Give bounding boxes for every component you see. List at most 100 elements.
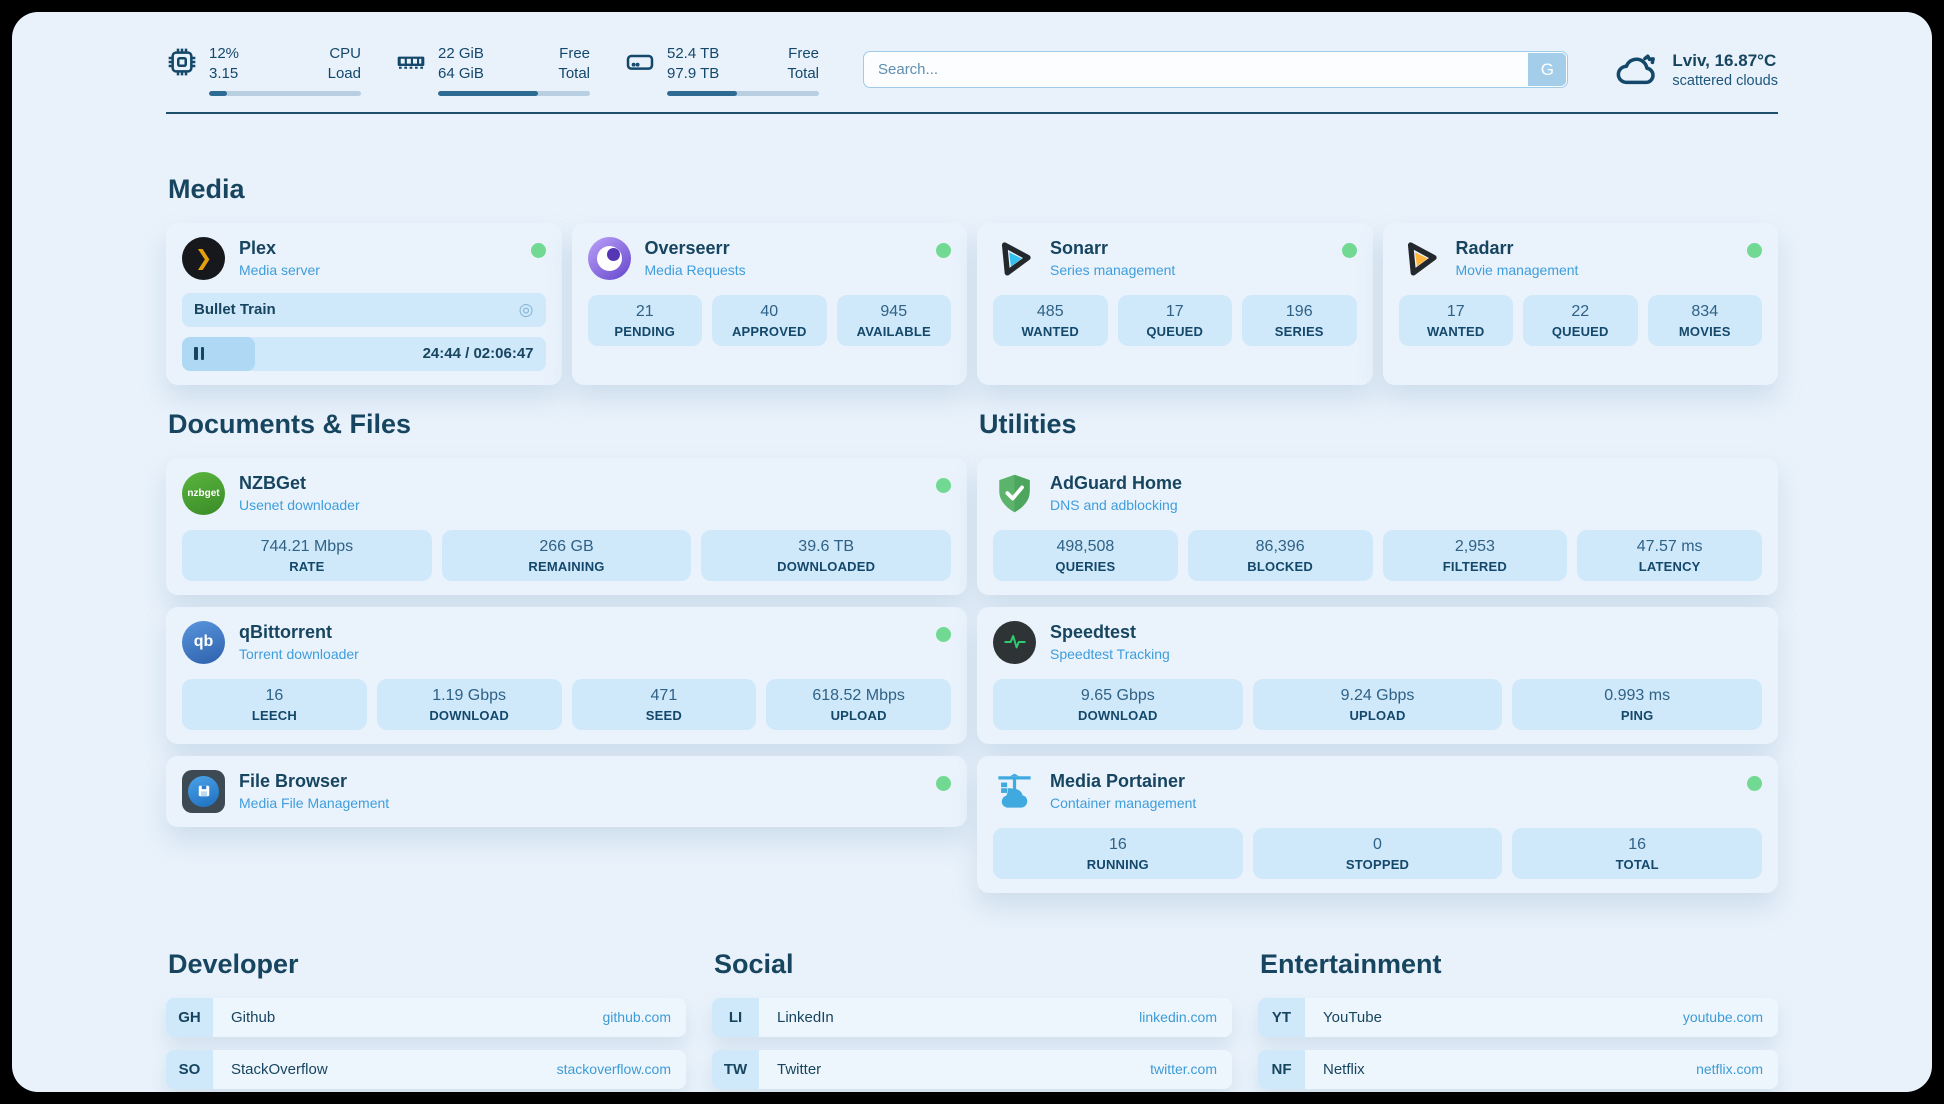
app-card-sonarr[interactable]: Sonarr Series management 485 WANTED 17 Q… xyxy=(977,223,1373,385)
app-card-radarr[interactable]: Radarr Movie management 17 WANTED 22 QUE… xyxy=(1383,223,1779,385)
status-online-dot xyxy=(936,627,951,642)
bookmark-name: LinkedIn xyxy=(777,1009,834,1026)
cast-icon[interactable]: ◎ xyxy=(519,301,534,318)
stat-box: 21 PENDING xyxy=(588,295,703,346)
bookmark-abbr: TW xyxy=(712,1050,759,1089)
bookmark-stackoverflow[interactable]: SO StackOverflow stackoverflow.com xyxy=(166,1050,686,1089)
overseerr-icon xyxy=(588,237,631,280)
stat-box: 0.993 ms PING xyxy=(1512,679,1762,730)
section-title-entertainment: Entertainment xyxy=(1260,949,1778,980)
playback-time: 24:44 / 02:06:47 xyxy=(423,345,534,362)
disk-widget: 52.4 TB 97.9 TB Free Total xyxy=(624,44,819,96)
section-title-social: Social xyxy=(714,949,1232,980)
app-description: Media File Management xyxy=(239,795,389,811)
memory-total-value: 64 GiB xyxy=(438,64,484,84)
app-title: Media Portainer xyxy=(1050,771,1196,793)
app-description: Usenet downloader xyxy=(239,497,360,513)
memory-free-value: 22 GiB xyxy=(438,44,484,64)
app-card-portainer[interactable]: Media Portainer Container management 16 … xyxy=(977,756,1778,893)
stat-box: 86,396 BLOCKED xyxy=(1188,530,1373,581)
app-description: Torrent downloader xyxy=(239,646,359,662)
app-card-filebrowser[interactable]: File Browser Media File Management xyxy=(166,756,967,827)
section-title-media: Media xyxy=(168,174,1778,205)
bookmark-netflix[interactable]: NF Netflix netflix.com xyxy=(1258,1050,1778,1089)
stat-box: 22 QUEUED xyxy=(1523,295,1638,346)
app-title: qBittorrent xyxy=(239,622,359,644)
stat-box: 39.6 TB DOWNLOADED xyxy=(701,530,951,581)
status-online-dot xyxy=(1747,243,1762,258)
status-online-dot xyxy=(936,776,951,791)
cpu-label: CPU xyxy=(328,44,361,64)
dashboard-page: 12% 3.15 CPU Load xyxy=(12,12,1932,1092)
app-title: Speedtest xyxy=(1050,622,1170,644)
stat-box: 17 WANTED xyxy=(1399,295,1514,346)
bookmark-abbr: NF xyxy=(1258,1050,1305,1089)
bookmark-name: StackOverflow xyxy=(231,1061,328,1078)
stat-box: 2,953 FILTERED xyxy=(1383,530,1568,581)
stat-box: 47.57 ms LATENCY xyxy=(1577,530,1762,581)
app-card-qbittorrent[interactable]: qb qBittorrent Torrent downloader 16 LEE… xyxy=(166,607,967,744)
status-online-dot xyxy=(936,478,951,493)
memory-total-label: Total xyxy=(558,64,590,84)
bookmark-linkedin[interactable]: LI LinkedIn linkedin.com xyxy=(712,998,1232,1037)
section-title-developer: Developer xyxy=(168,949,686,980)
section-title-documents: Documents & Files xyxy=(168,409,967,440)
cpu-load-label: Load xyxy=(328,64,361,84)
stat-box: 40 APPROVED xyxy=(712,295,827,346)
stat-box: 744.21 Mbps RATE xyxy=(182,530,432,581)
stat-box: 618.52 Mbps UPLOAD xyxy=(766,679,951,730)
bookmark-abbr: LI xyxy=(712,998,759,1037)
bookmark-url[interactable]: stackoverflow.com xyxy=(557,1061,671,1077)
disk-icon xyxy=(624,46,656,78)
stat-box: 0 STOPPED xyxy=(1253,828,1503,879)
bookmark-name: Github xyxy=(231,1009,275,1026)
app-title: Radarr xyxy=(1456,238,1579,260)
app-card-speedtest[interactable]: Speedtest Speedtest Tracking 9.65 Gbps D… xyxy=(977,607,1778,744)
app-card-plex[interactable]: ❯ Plex Media server Bullet Train ◎ 24:44… xyxy=(166,223,562,385)
filebrowser-icon xyxy=(182,770,225,813)
memory-icon xyxy=(395,46,427,78)
stat-box: 485 WANTED xyxy=(993,295,1108,346)
bookmark-url[interactable]: netflix.com xyxy=(1696,1061,1763,1077)
bookmark-url[interactable]: github.com xyxy=(603,1009,671,1025)
bookmark-twitter[interactable]: TW Twitter twitter.com xyxy=(712,1050,1232,1089)
app-description: DNS and adblocking xyxy=(1050,497,1182,513)
stat-box: 266 GB REMAINING xyxy=(442,530,692,581)
stat-box: 9.24 Gbps UPLOAD xyxy=(1253,679,1503,730)
bookmark-url[interactable]: twitter.com xyxy=(1150,1061,1217,1077)
adguard-icon xyxy=(993,472,1036,515)
bookmark-url[interactable]: youtube.com xyxy=(1683,1009,1763,1025)
topbar-divider xyxy=(166,112,1778,114)
stat-box: 834 MOVIES xyxy=(1648,295,1763,346)
bookmark-youtube[interactable]: YT YouTube youtube.com xyxy=(1258,998,1778,1037)
app-card-adguard[interactable]: AdGuard Home DNS and adblocking 498,508 … xyxy=(977,458,1778,595)
pause-icon[interactable] xyxy=(194,347,204,360)
weather-widget: Lviv, 16.87°C scattered clouds xyxy=(1614,50,1778,90)
section-title-utilities: Utilities xyxy=(979,409,1778,440)
stat-box: 16 LEECH xyxy=(182,679,367,730)
search-engine-button[interactable]: G xyxy=(1528,53,1566,86)
app-card-overseerr[interactable]: Overseerr Media Requests 21 PENDING 40 A… xyxy=(572,223,968,385)
app-title: AdGuard Home xyxy=(1050,473,1182,495)
bookmark-abbr: YT xyxy=(1258,998,1305,1037)
bookmark-url[interactable]: linkedin.com xyxy=(1139,1009,1217,1025)
cpu-load-value: 3.15 xyxy=(209,64,239,84)
bookmark-github[interactable]: GH Github github.com xyxy=(166,998,686,1037)
status-online-dot xyxy=(531,243,546,258)
app-description: Series management xyxy=(1050,262,1175,278)
app-description: Speedtest Tracking xyxy=(1050,646,1170,662)
bookmark-name: Twitter xyxy=(777,1061,821,1078)
bookmark-name: Netflix xyxy=(1323,1061,1365,1078)
app-description: Container management xyxy=(1050,795,1196,811)
app-title: Overseerr xyxy=(645,238,746,260)
bookmark-name: YouTube xyxy=(1323,1009,1382,1026)
cpu-usage-value: 12% xyxy=(209,44,239,64)
app-card-nzbget[interactable]: nzbget NZBGet Usenet downloader 744.21 M… xyxy=(166,458,967,595)
cpu-icon xyxy=(166,46,198,78)
cloud-icon xyxy=(1614,50,1660,90)
playback-progress-bar: 24:44 / 02:06:47 xyxy=(182,337,546,371)
now-playing-title: Bullet Train xyxy=(194,301,276,318)
app-title: NZBGet xyxy=(239,473,360,495)
stat-box: 17 QUEUED xyxy=(1118,295,1233,346)
search-input[interactable] xyxy=(863,51,1568,88)
